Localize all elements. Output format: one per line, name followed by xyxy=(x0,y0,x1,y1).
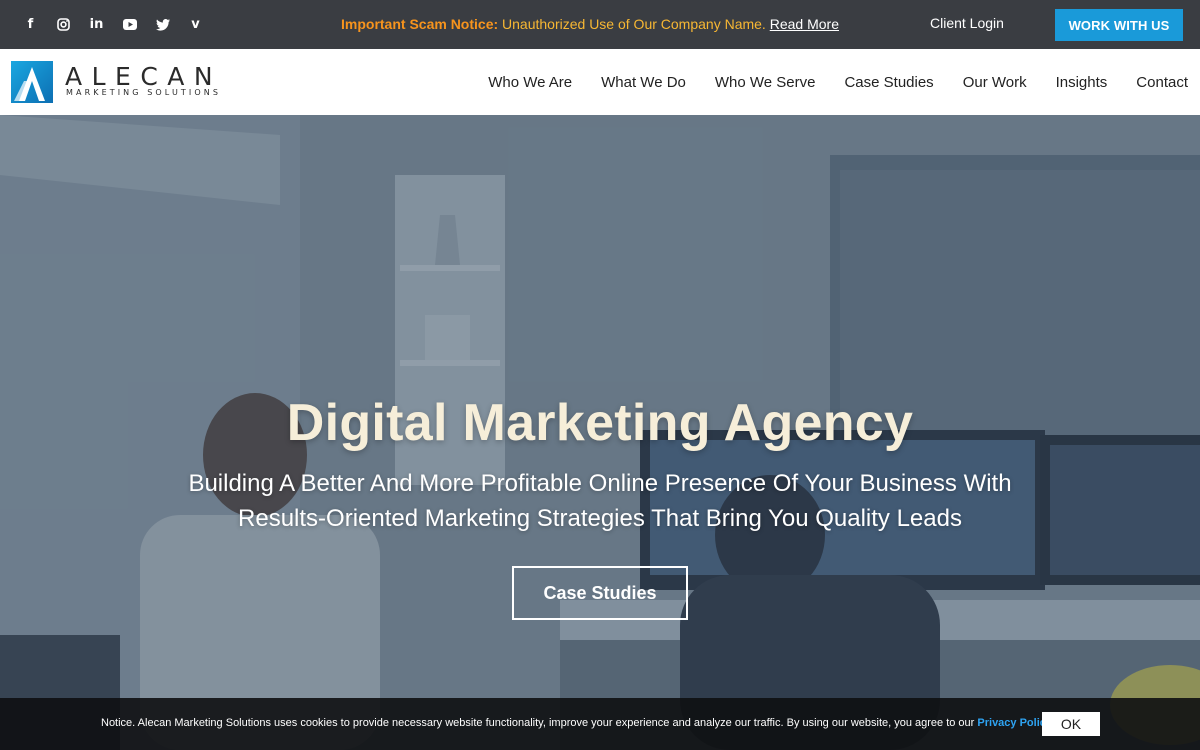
main-nav: Who We Are What We Do Who We Serve Case … xyxy=(459,49,1188,115)
cookie-ok-button[interactable]: OK xyxy=(1042,712,1100,736)
linkedin-icon[interactable]: in xyxy=(80,0,113,49)
nav-insights[interactable]: Insights xyxy=(1056,74,1108,91)
cookie-text: Notice. Alecan Marketing Solutions uses … xyxy=(101,717,978,729)
nav-what-we-do[interactable]: What We Do xyxy=(601,74,686,91)
nav-case-studies[interactable]: Case Studies xyxy=(844,74,933,91)
social-links: f in v xyxy=(14,0,212,49)
cookie-text-wrap: Notice. Alecan Marketing Solutions uses … xyxy=(101,717,1052,729)
nav-contact[interactable]: Contact xyxy=(1136,74,1188,91)
hero-title: Digital Marketing Agency xyxy=(286,394,914,452)
logo-wordmark: ALECAN xyxy=(65,62,223,91)
nav-our-work[interactable]: Our Work xyxy=(963,74,1027,91)
twitter-icon[interactable] xyxy=(146,0,179,49)
vimeo-icon[interactable]: v xyxy=(179,0,212,49)
notice-text: Unauthorized Use of Our Company Name. xyxy=(502,16,766,32)
work-with-us-button[interactable]: WORK WITH US xyxy=(1055,9,1183,41)
cookie-notice-bar: Notice. Alecan Marketing Solutions uses … xyxy=(0,698,1200,750)
case-studies-button[interactable]: Case Studies xyxy=(512,566,688,620)
top-bar: f in v Important Scam Notice: Unauthoriz… xyxy=(0,0,1200,49)
hero-section: Digital Marketing Agency Building A Bett… xyxy=(0,115,1200,750)
instagram-icon[interactable] xyxy=(47,0,80,49)
read-more-link[interactable]: Read More xyxy=(770,16,839,32)
privacy-policy-link[interactable]: Privacy Policy xyxy=(977,717,1052,729)
nav-who-we-are[interactable]: Who We Are xyxy=(488,74,572,91)
hero-subtitle: Building A Better And More Profitable On… xyxy=(188,470,1012,532)
youtube-icon[interactable] xyxy=(113,0,146,49)
logo-mark-icon xyxy=(11,61,53,103)
scam-notice: Important Scam Notice: Unauthorized Use … xyxy=(341,16,839,32)
nav-who-we-serve[interactable]: Who We Serve xyxy=(715,74,816,91)
logo[interactable]: ALECAN MARKETING SOLUTIONS xyxy=(11,61,226,103)
site-header: ALECAN MARKETING SOLUTIONS Who We Are Wh… xyxy=(0,49,1200,115)
logo-tagline: MARKETING SOLUTIONS xyxy=(66,88,222,97)
notice-heading: Important Scam Notice: xyxy=(341,16,499,32)
facebook-icon[interactable]: f xyxy=(14,0,47,49)
client-login-link[interactable]: Client Login xyxy=(930,15,1004,31)
